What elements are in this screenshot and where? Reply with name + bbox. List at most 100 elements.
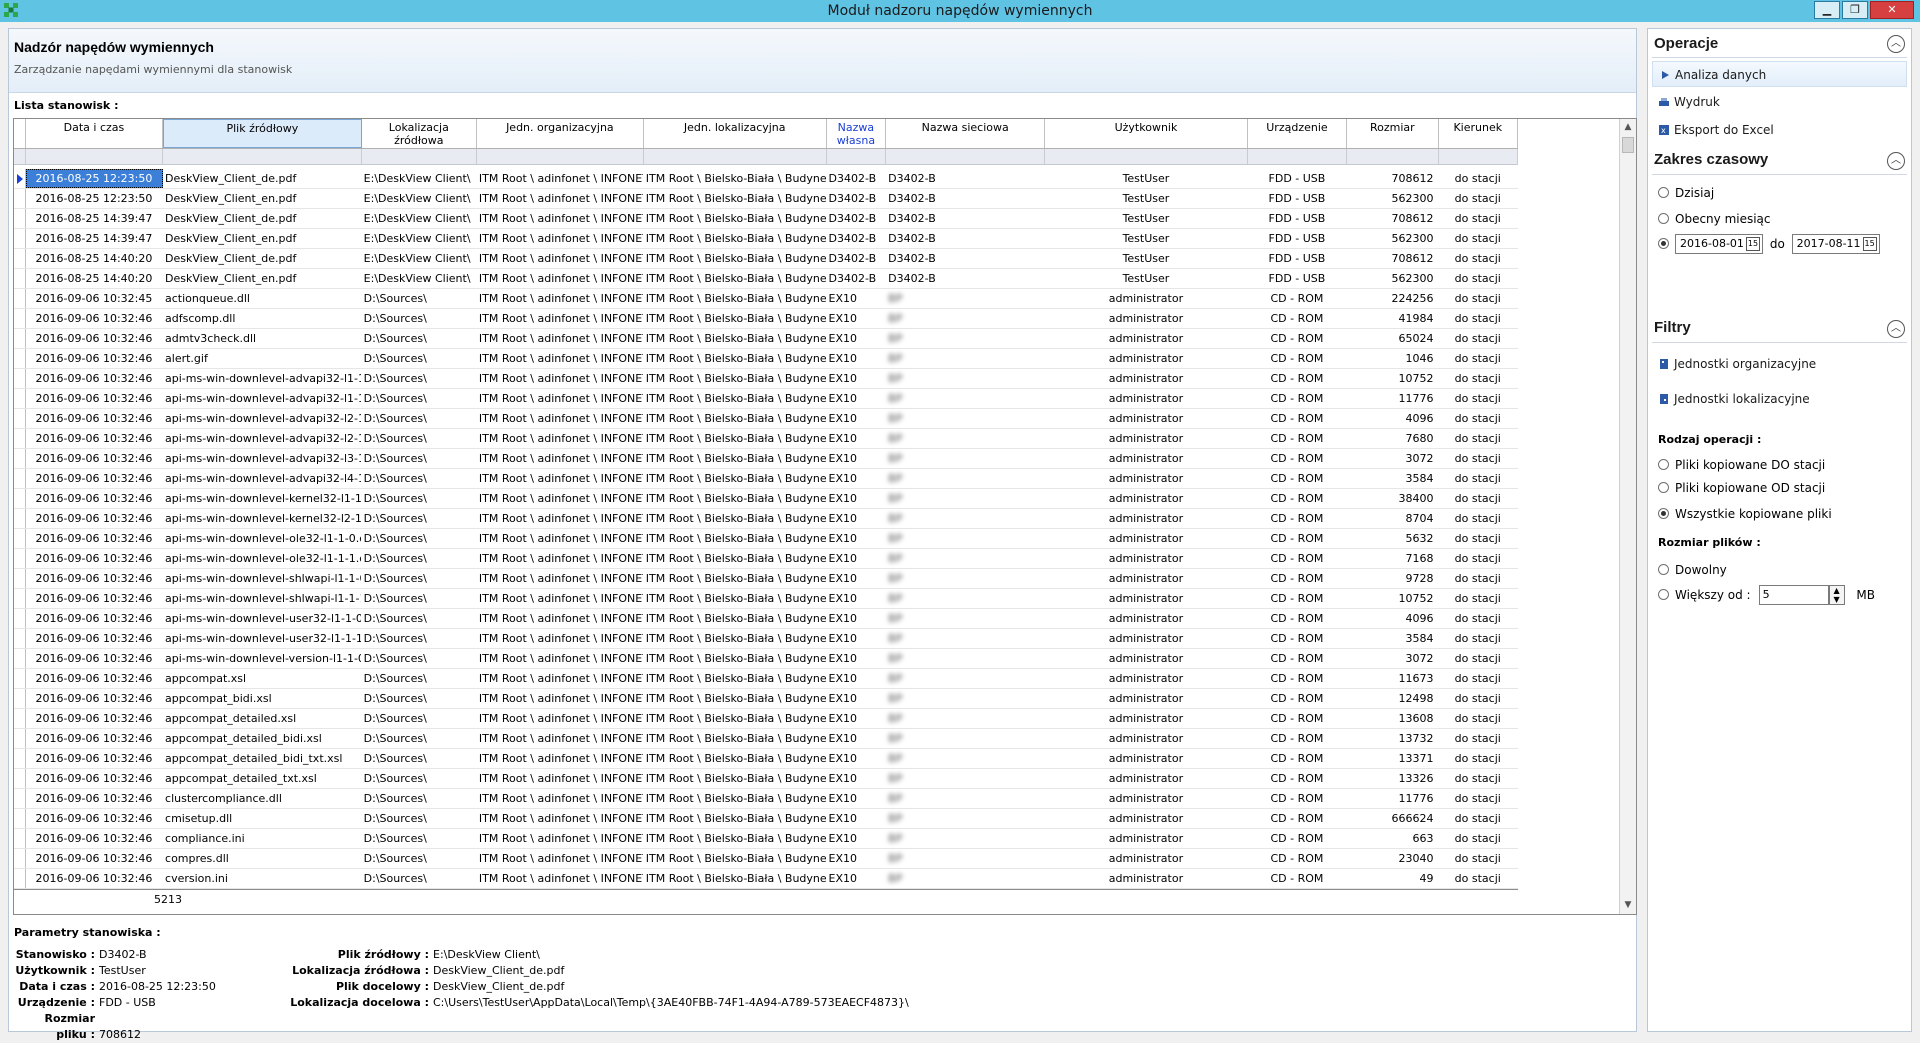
row-selector[interactable] bbox=[14, 169, 26, 188]
table-row[interactable]: 2016-09-06 10:32:46 api-ms-win-downlevel-… bbox=[14, 409, 1518, 429]
row-selector[interactable] bbox=[14, 629, 26, 648]
radio-size-greater[interactable] bbox=[1658, 588, 1669, 600]
row-selector[interactable] bbox=[14, 229, 26, 248]
scroll-up-icon[interactable]: ▲ bbox=[1620, 119, 1636, 136]
col-location-unit-header[interactable]: Jedn. lokalizacyjna bbox=[643, 119, 827, 148]
table-row[interactable]: 2016-09-06 10:32:46 api-ms-win-downlevel-… bbox=[14, 509, 1518, 529]
range-collapse-icon[interactable]: ︿ bbox=[1887, 152, 1905, 170]
operation-wydruk[interactable]: Wydruk bbox=[1652, 89, 1907, 115]
col-source-location-header[interactable]: Lokalizacja źródłowa bbox=[361, 119, 477, 148]
filter-location-units[interactable]: Jednostki lokalizacyjne bbox=[1652, 386, 1907, 412]
size-spinner-icon[interactable]: ▲ ▼ bbox=[1828, 585, 1845, 605]
table-row[interactable]: 2016-09-06 10:32:46 appcompat.xsl D:\Sourc… bbox=[14, 669, 1518, 689]
row-selector[interactable] bbox=[14, 509, 26, 528]
filters-collapse-icon[interactable]: ︿ bbox=[1887, 320, 1905, 338]
table-row[interactable]: 2016-09-06 10:32:46 alert.gif D:\Sources\ I… bbox=[14, 349, 1518, 369]
size-any-option[interactable]: Dowolny bbox=[1658, 561, 1727, 579]
col-date-header[interactable]: Data i czas bbox=[25, 119, 164, 148]
row-selector[interactable] bbox=[14, 269, 26, 288]
row-selector[interactable] bbox=[14, 349, 26, 368]
row-selector[interactable] bbox=[14, 249, 26, 268]
col-own-name-header[interactable]: Nazwa własna bbox=[826, 119, 887, 148]
row-selector[interactable] bbox=[14, 489, 26, 508]
table-row[interactable]: 2016-09-06 10:32:46 api-ms-win-downlevel-… bbox=[14, 389, 1518, 409]
row-selector[interactable] bbox=[14, 869, 26, 888]
date-to-field[interactable]: 2017-08-11 15 bbox=[1791, 234, 1880, 254]
table-row[interactable]: 2016-09-06 10:32:46 api-ms-win-downlevel-… bbox=[14, 549, 1518, 569]
op-type-from-station[interactable]: Pliki kopiowane OD stacji bbox=[1658, 479, 1825, 497]
row-selector[interactable] bbox=[14, 529, 26, 548]
col-user-header[interactable]: Użytkownik bbox=[1045, 119, 1248, 148]
table-row[interactable]: 2016-09-06 10:32:46 api-ms-win-downlevel-… bbox=[14, 649, 1518, 669]
table-row[interactable]: 2016-09-06 10:32:46 appcompat_detailed_bi… bbox=[14, 729, 1518, 749]
table-row[interactable]: 2016-09-06 10:32:46 appcompat_detailed_tx… bbox=[14, 769, 1518, 789]
grid-vertical-scrollbar[interactable]: ▲ ▼ bbox=[1619, 119, 1636, 914]
workstation-grid[interactable]: Data i czas Plik źródłowy Lokalizacja źród… bbox=[13, 118, 1637, 915]
row-selector[interactable] bbox=[14, 849, 26, 868]
minimize-button[interactable]: ▁ bbox=[1814, 1, 1840, 19]
col-network-name-header[interactable]: Nazwa sieciowa bbox=[886, 119, 1046, 148]
table-row[interactable]: 2016-08-25 14:40:20 DeskView_Client_de.pd… bbox=[14, 249, 1518, 269]
row-selector[interactable] bbox=[14, 329, 26, 348]
operation-analiza-danych[interactable]: Analiza danych bbox=[1652, 61, 1907, 87]
table-row[interactable]: 2016-08-25 12:23:50 DeskView_Client_de.pd… bbox=[14, 169, 1518, 189]
table-row[interactable]: 2016-08-25 14:39:47 DeskView_Client_en.pd… bbox=[14, 229, 1518, 249]
row-selector[interactable] bbox=[14, 549, 26, 568]
col-direction-header[interactable]: Kierunek bbox=[1438, 119, 1518, 148]
table-row[interactable]: 2016-09-06 10:32:46 api-ms-win-downlevel-… bbox=[14, 629, 1518, 649]
col-location-unit-filter[interactable] bbox=[644, 149, 827, 164]
row-selector[interactable] bbox=[14, 589, 26, 608]
col-size-filter[interactable] bbox=[1347, 149, 1439, 164]
table-row[interactable]: 2016-09-06 10:32:46 clustercompliance.dll… bbox=[14, 789, 1518, 809]
row-selector[interactable] bbox=[14, 769, 26, 788]
table-row[interactable]: 2016-09-06 10:32:46 api-ms-win-downlevel-… bbox=[14, 589, 1518, 609]
row-selector[interactable] bbox=[14, 189, 26, 208]
table-row[interactable]: 2016-09-06 10:32:46 compliance.ini D:\Sour… bbox=[14, 829, 1518, 849]
table-row[interactable]: 2016-09-06 10:32:46 api-ms-win-downlevel-… bbox=[14, 369, 1518, 389]
table-row[interactable]: 2016-09-06 10:32:46 admtv3check.dll D:\Sou… bbox=[14, 329, 1518, 349]
col-org-unit-filter[interactable] bbox=[477, 149, 644, 164]
table-row[interactable]: 2016-09-06 10:32:46 api-ms-win-downlevel-… bbox=[14, 529, 1518, 549]
col-source-location-filter[interactable] bbox=[362, 149, 477, 164]
table-row[interactable]: 2016-09-06 10:32:46 api-ms-win-downlevel-… bbox=[14, 429, 1518, 449]
table-row[interactable]: 2016-09-06 10:32:45 actionqueue.dll D:\Sou… bbox=[14, 289, 1518, 309]
row-selector[interactable] bbox=[14, 709, 26, 728]
radio-all-files[interactable] bbox=[1658, 508, 1669, 519]
row-selector[interactable] bbox=[14, 469, 26, 488]
range-custom-option[interactable]: 2016-08-01 15 do 2017-08-11 15 bbox=[1658, 234, 1880, 254]
radio-size-any[interactable] bbox=[1658, 564, 1669, 575]
col-device-header[interactable]: Urządzenie bbox=[1247, 119, 1348, 148]
row-selector[interactable] bbox=[14, 289, 26, 308]
row-selector[interactable] bbox=[14, 689, 26, 708]
table-row[interactable]: 2016-09-06 10:32:46 api-ms-win-downlevel-… bbox=[14, 569, 1518, 589]
table-row[interactable]: 2016-09-06 10:32:46 api-ms-win-downlevel-… bbox=[14, 489, 1518, 509]
table-row[interactable]: 2016-08-25 14:40:20 DeskView_Client_en.pd… bbox=[14, 269, 1518, 289]
row-selector[interactable] bbox=[14, 309, 26, 328]
op-type-to-station[interactable]: Pliki kopiowane DO stacji bbox=[1658, 456, 1825, 474]
table-row[interactable]: 2016-09-06 10:32:46 appcompat_detailed.xs… bbox=[14, 709, 1518, 729]
col-network-name-filter[interactable] bbox=[886, 149, 1046, 164]
size-input[interactable]: 5 bbox=[1758, 585, 1829, 605]
op-type-all[interactable]: Wszystkie kopiowane pliki bbox=[1658, 505, 1832, 523]
row-selector[interactable] bbox=[14, 429, 26, 448]
table-row[interactable]: 2016-09-06 10:32:46 compres.dll D:\Sources… bbox=[14, 849, 1518, 869]
table-row[interactable]: 2016-09-06 10:32:46 cversion.ini D:\Source… bbox=[14, 869, 1518, 889]
filter-org-units[interactable]: Jednostki organizacyjne bbox=[1652, 351, 1907, 377]
maximize-button[interactable]: ❐ bbox=[1842, 1, 1868, 19]
radio-today[interactable] bbox=[1658, 187, 1669, 198]
scroll-thumb[interactable] bbox=[1622, 137, 1634, 153]
row-selector[interactable] bbox=[14, 789, 26, 808]
table-row[interactable]: 2016-09-06 10:32:46 api-ms-win-downlevel-… bbox=[14, 469, 1518, 489]
row-selector[interactable] bbox=[14, 209, 26, 228]
col-device-filter[interactable] bbox=[1248, 149, 1348, 164]
radio-from-station[interactable] bbox=[1658, 482, 1669, 493]
operations-collapse-icon[interactable]: ︿ bbox=[1887, 35, 1905, 53]
row-selector[interactable] bbox=[14, 369, 26, 388]
range-month-option[interactable]: Obecny miesiąc bbox=[1658, 210, 1771, 228]
calendar-icon[interactable]: 15 bbox=[1862, 237, 1877, 251]
col-org-unit-header[interactable]: Jedn. organizacyjna bbox=[476, 119, 644, 148]
radio-month[interactable] bbox=[1658, 213, 1669, 224]
operation-eksport-excel[interactable]: x Eksport do Excel bbox=[1652, 117, 1907, 143]
col-source-file-header[interactable]: Plik źródłowy bbox=[163, 119, 362, 148]
row-selector[interactable] bbox=[14, 649, 26, 668]
